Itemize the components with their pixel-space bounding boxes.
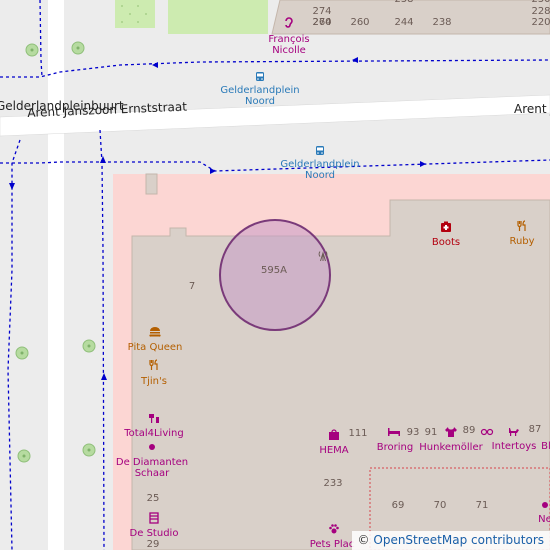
poi-label: François — [268, 34, 310, 45]
attribution-link[interactable]: OpenStreetMap contributors — [373, 533, 544, 547]
house-number: 91 — [424, 427, 438, 438]
department-store-icon[interactable] — [327, 428, 341, 442]
house-number: 70 — [433, 500, 447, 511]
house-number: 89 — [462, 425, 476, 436]
poi-label: Noord — [245, 96, 275, 107]
poi-label: De Diamanten — [115, 457, 189, 468]
poi-pets-place[interactable]: Pets Plac — [310, 539, 355, 550]
house-number: 258 — [394, 0, 413, 5]
small-building — [145, 173, 158, 195]
house-number: 238 — [432, 17, 452, 28]
bed-icon[interactable] — [387, 425, 401, 439]
house-number: 244 — [394, 17, 414, 28]
house-number: 69 — [391, 500, 405, 511]
poi-pita-queen[interactable]: Pita Queen — [128, 342, 183, 353]
restaurant-icon[interactable] — [147, 358, 161, 372]
shop-dot-icon[interactable] — [145, 440, 159, 454]
house-number: 233 — [323, 478, 343, 489]
map-attribution[interactable]: © OpenStreetMap contributors — [351, 531, 550, 550]
toys-icon[interactable] — [507, 424, 521, 438]
grass-area — [115, 0, 155, 28]
map-canvas[interactable]: 258 250 274 228 270 220 264 260 244 238 … — [0, 0, 550, 550]
clothes-icon[interactable] — [444, 425, 458, 439]
restaurant-icon[interactable] — [515, 219, 529, 233]
bus-stop-label[interactable]: Gelderlandplein Noord — [220, 85, 299, 107]
poi-broring[interactable]: Broring — [377, 442, 413, 453]
poi-label: Noord — [305, 170, 335, 181]
house-number: 274 — [312, 6, 332, 17]
house-number: 87 — [528, 424, 542, 435]
poi-hema[interactable]: HEMA — [319, 445, 348, 456]
antenna-icon — [318, 251, 328, 262]
bus-stop-label[interactable]: Gelderlandplein Noord — [280, 159, 359, 181]
pet-paw-icon[interactable] — [327, 522, 341, 536]
house-number: 93 — [406, 427, 420, 438]
poi-label: Schaar — [134, 468, 170, 479]
house-number: 29 — [146, 539, 160, 550]
house-number: 25 — [146, 493, 160, 504]
pharmacy-icon[interactable] — [439, 220, 453, 234]
poi-tjins[interactable]: Tjin's — [141, 376, 167, 387]
poi-ne[interactable]: Ne — [538, 514, 550, 525]
bus-stop-icon[interactable] — [253, 70, 267, 84]
poi-boots[interactable]: Boots — [432, 237, 460, 248]
poi-label: Gelderlandplein — [280, 159, 360, 170]
dry-cleaning-icon[interactable] — [147, 511, 161, 525]
house-number: 260 — [350, 17, 370, 28]
location-circle-label: 595A — [261, 265, 287, 276]
poi-label: Gelderlandplein — [220, 85, 300, 96]
poi-label: Nicolle — [272, 45, 306, 56]
poi-ruby[interactable]: Ruby — [509, 236, 534, 247]
house-number: 250 — [531, 0, 550, 5]
house-number: 264 — [312, 17, 332, 28]
poi-de-studio[interactable]: De Studio — [130, 528, 179, 539]
street-label-main-right: Arent J — [514, 102, 550, 116]
house-number: 71 — [475, 500, 489, 511]
grass-area — [168, 0, 268, 34]
shopping-centre-building — [131, 199, 550, 550]
poi-total4living[interactable]: Total4Living — [124, 428, 183, 439]
shop-icon[interactable] — [538, 498, 550, 512]
hearing-aid-icon[interactable] — [282, 15, 296, 29]
furniture-icon[interactable] — [147, 411, 161, 425]
poi-intertoys[interactable]: Intertoys — [492, 441, 537, 452]
glasses-icon[interactable] — [480, 424, 494, 438]
house-number: 220 — [531, 17, 550, 28]
poi-hunkemoller[interactable]: Hunkemöller — [419, 442, 482, 453]
poi-francois-nicolle[interactable]: François Nicolle — [268, 34, 309, 56]
bus-stop-icon[interactable] — [313, 144, 327, 158]
poi-bl[interactable]: Bl — [541, 441, 550, 452]
copyright-symbol: © — [357, 533, 370, 547]
fast-food-icon[interactable] — [148, 325, 162, 339]
house-number: 228 — [531, 6, 550, 17]
poi-de-diamanten-schaar[interactable]: De Diamanten Schaar — [116, 457, 188, 479]
house-number: 7 — [188, 281, 196, 292]
road-vertical — [48, 0, 64, 550]
house-number: 111 — [348, 428, 368, 439]
